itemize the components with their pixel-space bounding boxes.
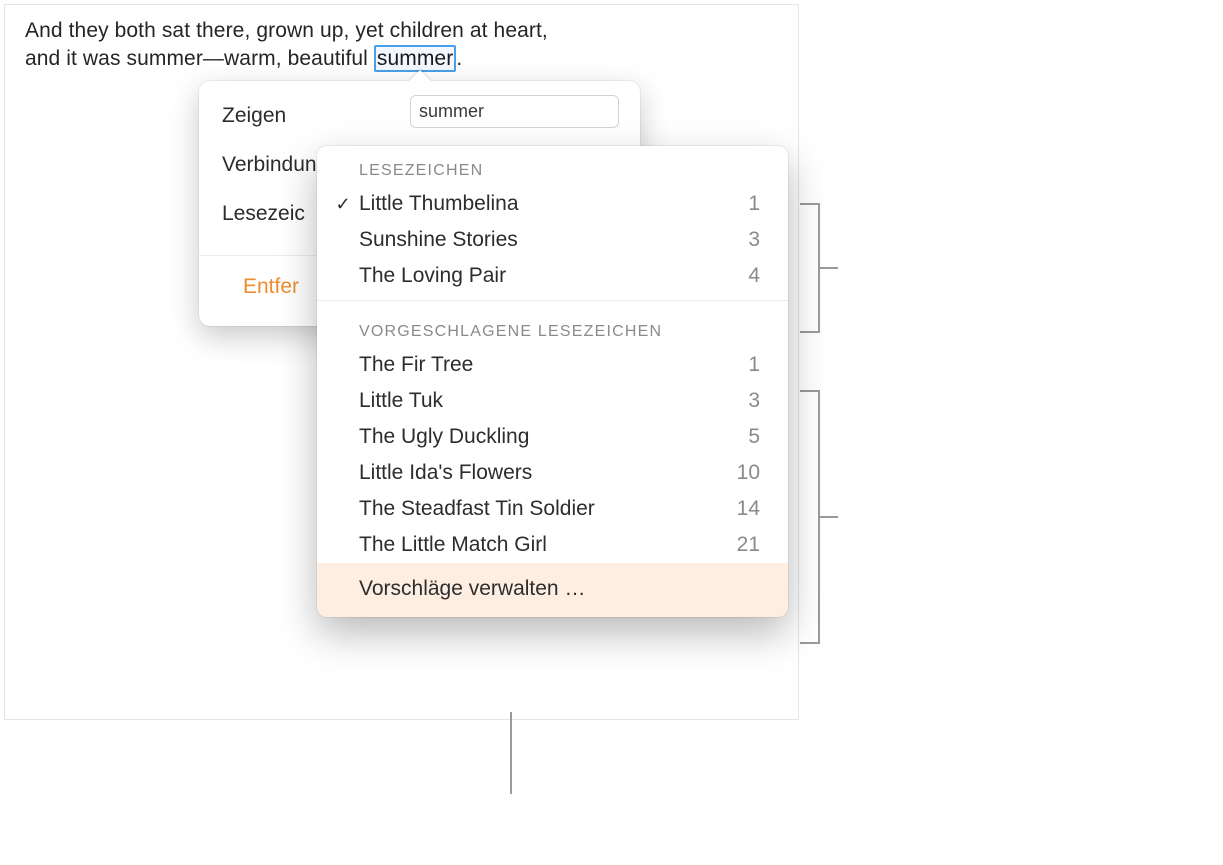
menu-item-count: 10 [737, 461, 760, 485]
body-text[interactable]: And they both sat there, grown up, yet c… [25, 17, 548, 74]
menu-item-suggested[interactable]: The Steadfast Tin Soldier 14 [317, 491, 788, 527]
menu-item-count: 14 [737, 497, 760, 521]
popover-label-show: Zeigen [222, 104, 328, 128]
menu-item-count: 4 [748, 264, 760, 288]
callout-bracket [800, 642, 820, 644]
popover-label-link: Verbindung [222, 153, 328, 177]
menu-item-label: The Loving Pair [359, 264, 748, 288]
popover-arrow-icon [408, 70, 432, 82]
callout-line [510, 712, 512, 794]
menu-item-suggested[interactable]: The Little Match Girl 21 [317, 527, 788, 563]
menu-header-suggested: VORGESCHLAGENE LESEZEICHEN [317, 307, 788, 347]
menu-item-count: 3 [748, 228, 760, 252]
manage-suggestions-button[interactable]: Vorschläge verwalten … [317, 563, 788, 617]
menu-item-count: 5 [748, 425, 760, 449]
menu-item-label: The Fir Tree [359, 353, 748, 377]
text-line-2b: . [456, 47, 462, 70]
display-text-field[interactable]: summer [410, 95, 619, 128]
popover-label-bookmark: Lesezeic [222, 202, 328, 226]
menu-item-label: Little Ida's Flowers [359, 461, 737, 485]
menu-separator [317, 300, 788, 301]
menu-item-label: The Steadfast Tin Soldier [359, 497, 737, 521]
menu-item-label: Little Tuk [359, 389, 748, 413]
remove-link-button[interactable]: Entfer [243, 275, 299, 299]
menu-item-suggested[interactable]: The Fir Tree 1 [317, 347, 788, 383]
menu-item-suggested[interactable]: Little Tuk 3 [317, 383, 788, 419]
menu-header-bookmarks: LESEZEICHEN [317, 146, 788, 186]
menu-item-suggested[interactable]: The Ugly Duckling 5 [317, 419, 788, 455]
menu-item-bookmark[interactable]: The Loving Pair 4 [317, 258, 788, 294]
menu-item-bookmark[interactable]: Sunshine Stories 3 [317, 222, 788, 258]
callout-line [820, 267, 838, 269]
callout-bracket [800, 390, 820, 392]
text-line-1: And they both sat there, grown up, yet c… [25, 19, 548, 42]
callout-bracket [800, 203, 820, 205]
menu-item-count: 3 [748, 389, 760, 413]
linked-word[interactable]: summer [374, 45, 456, 72]
bookmark-menu: LESEZEICHEN ✓ Little Thumbelina 1 Sunshi… [317, 146, 788, 617]
display-text-value: summer [419, 101, 484, 122]
menu-item-suggested[interactable]: Little Ida's Flowers 10 [317, 455, 788, 491]
callout-line [820, 516, 838, 518]
menu-item-label: The Little Match Girl [359, 533, 737, 557]
menu-item-count: 21 [737, 533, 760, 557]
menu-item-bookmark[interactable]: ✓ Little Thumbelina 1 [317, 186, 788, 222]
menu-item-label: Little Thumbelina [359, 192, 748, 216]
menu-item-count: 1 [748, 353, 760, 377]
menu-item-label: Sunshine Stories [359, 228, 748, 252]
menu-item-label: The Ugly Duckling [359, 425, 748, 449]
checkmark-icon: ✓ [327, 194, 359, 215]
menu-item-count: 1 [748, 192, 760, 216]
text-line-2a: and it was summer—warm, beautiful [25, 47, 374, 70]
callout-bracket [800, 331, 820, 333]
